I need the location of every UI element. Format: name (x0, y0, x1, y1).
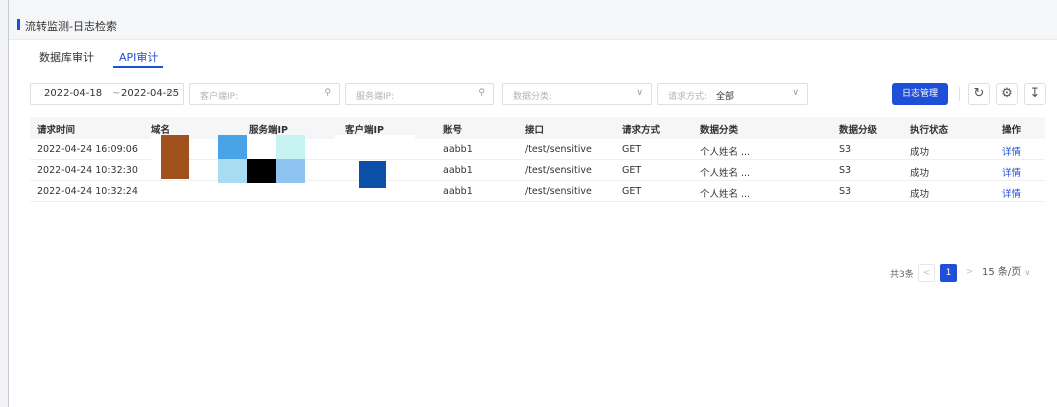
redaction-block (247, 135, 276, 159)
api-path: /test/sensitive (525, 144, 592, 155)
request-method-select[interactable]: 请求方式: 全部 ∨ (657, 83, 808, 105)
page-title: 流转监测-日志检索 (25, 20, 117, 33)
date-start: 2022-04-18 (44, 88, 103, 99)
data-category-select[interactable]: 数据分类: ∨ (502, 83, 652, 105)
page-size-value: 15 条/页 (982, 267, 1022, 278)
refresh-icon[interactable]: ↻ (968, 83, 990, 105)
col-method: 请求方式 (622, 125, 661, 136)
date-range-picker[interactable]: 2022-04-18 ~ 2022-04-25 ▭ (30, 83, 184, 105)
account: aabb1 (443, 186, 473, 197)
client-ip-placeholder: 客户端IP: (200, 92, 239, 102)
client-ip-input[interactable]: 客户端IP: ⚲ (189, 83, 340, 105)
chevron-down-icon: ∨ (636, 88, 643, 98)
tab-api-audit[interactable]: API审计 (119, 49, 158, 65)
table-row[interactable]: 2022-04-24 10:32:24 aabb1 /test/sensitiv… (30, 181, 1045, 202)
detail-link[interactable]: 详情 (1002, 186, 1021, 200)
redaction-block (218, 159, 247, 183)
main-panel: 数据库审计 API审计 2022-04-18 ~ 2022-04-25 ▭ 客户… (9, 40, 1057, 407)
col-request-time: 请求时间 (37, 125, 76, 136)
toolbar-divider (959, 87, 960, 101)
chevron-down-icon: ∨ (1024, 268, 1031, 277)
redaction-block (161, 135, 189, 179)
col-data-level: 数据分级 (839, 125, 878, 136)
log-management-button[interactable]: 日志管理 (892, 83, 948, 105)
data-level: S3 (839, 165, 852, 176)
detail-link[interactable]: 详情 (1002, 144, 1021, 158)
calendar-icon: ▭ (166, 88, 175, 98)
page-header: 流转监测-日志检索 (9, 0, 1057, 40)
tab-database-audit[interactable]: 数据库审计 (39, 49, 94, 65)
exec-status: 成功 (910, 189, 930, 200)
redaction-block (276, 135, 305, 159)
settings-icon[interactable]: ⚙ (996, 83, 1018, 105)
request-method: GET (622, 144, 642, 155)
search-icon: ⚲ (324, 88, 331, 98)
title-accent-bar (17, 19, 20, 30)
account: aabb1 (443, 144, 473, 155)
prev-page-button[interactable]: < (918, 264, 935, 282)
data-category: 个人姓名 ... (700, 147, 751, 158)
col-action: 操作 (1002, 125, 1022, 136)
method-label: 请求方式: (668, 92, 708, 102)
redaction-block (359, 161, 386, 188)
page-size-select[interactable]: 15 条/页 ∨ (982, 264, 1034, 282)
left-gutter (0, 0, 8, 407)
active-tab-indicator (113, 66, 163, 68)
col-client-ip: 客户端IP (345, 125, 384, 136)
api-path: /test/sensitive (525, 165, 592, 176)
redaction-block (218, 135, 247, 159)
request-time: 2022-04-24 16:09:06 (37, 144, 138, 155)
pagination-total: 共3条 (890, 270, 914, 280)
audit-tabs: 数据库审计 API审计 (9, 40, 1057, 68)
exec-status: 成功 (910, 168, 930, 179)
next-page-button[interactable]: > (961, 264, 978, 282)
col-data-category: 数据分类 (700, 125, 739, 136)
data-level: S3 (839, 186, 852, 197)
exec-status: 成功 (910, 147, 930, 158)
col-domain: 域名 (151, 125, 171, 136)
data-level: S3 (839, 144, 852, 155)
account: aabb1 (443, 165, 473, 176)
request-method: GET (622, 165, 642, 176)
chevron-down-icon: ∨ (792, 88, 799, 98)
request-time: 2022-04-24 10:32:24 (37, 186, 138, 197)
detail-link[interactable]: 详情 (1002, 165, 1021, 179)
redaction-block (335, 135, 415, 153)
column-height-icon[interactable]: ↧ (1024, 83, 1046, 105)
redaction-block (276, 159, 305, 183)
data-category: 个人姓名 ... (700, 189, 751, 200)
server-ip-placeholder: 服务端IP: (356, 92, 395, 102)
server-ip-input[interactable]: 服务端IP: ⚲ (345, 83, 494, 105)
date-separator: ~ (112, 88, 121, 99)
redaction-block (247, 159, 276, 183)
api-path: /test/sensitive (525, 186, 592, 197)
category-placeholder: 数据分类: (513, 92, 553, 102)
request-method: GET (622, 186, 642, 197)
col-status: 执行状态 (910, 125, 949, 136)
method-value: 全部 (716, 92, 735, 102)
data-category: 个人姓名 ... (700, 168, 751, 179)
col-server-ip: 服务端IP (249, 125, 288, 136)
request-time: 2022-04-24 10:32:30 (37, 165, 138, 176)
page-1-button[interactable]: 1 (940, 264, 957, 282)
search-icon: ⚲ (478, 88, 485, 98)
col-api: 接口 (525, 125, 545, 136)
col-account: 账号 (443, 125, 463, 136)
